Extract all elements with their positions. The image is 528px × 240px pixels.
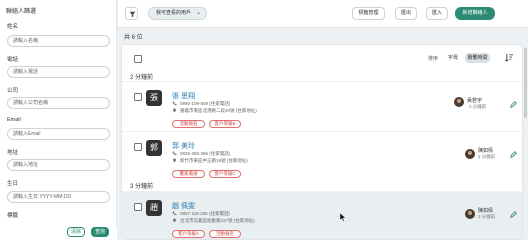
clear-button[interactable]: 清除 xyxy=(67,227,85,237)
contact-time: 2 分鐘前 xyxy=(469,104,487,109)
location-pin-icon xyxy=(173,108,176,113)
owner-avatar xyxy=(454,97,464,107)
contact-filter-sidebar: 聯絡人篩選 姓名 電話 公司 Email 地址 生日 標籤 清除 查詢 xyxy=(0,0,117,240)
address-input[interactable] xyxy=(7,159,110,171)
contact-avatar: 趙 xyxy=(146,200,162,216)
filter-toggle-button[interactable] xyxy=(125,7,138,20)
search-button[interactable]: 查詢 xyxy=(91,227,109,237)
contact-avatar: 郭 xyxy=(146,140,162,156)
sidebar-title: 聯絡人篩選 xyxy=(6,9,37,15)
phone-input[interactable] xyxy=(7,66,110,78)
contact-phone-text: 0957-118-338 (住家電話) xyxy=(180,211,230,216)
list-item[interactable]: 郭 郭 美玲 0925-386-386 (住家電話) 新竹市東區中正路18號 (… xyxy=(122,131,522,181)
tag-badge[interactable]: 活動報名 xyxy=(172,120,205,128)
address-label: 地址 xyxy=(7,150,19,156)
owner-filter-select[interactable]: 我可查看的用戶 ⌄ xyxy=(148,7,207,20)
email-label: Email xyxy=(7,117,21,123)
contact-address: 台北市信義區松勤路237號 (住家地址) xyxy=(172,218,255,224)
owner-name: 黃若宇 xyxy=(467,98,483,104)
tag-badge[interactable]: 客戶等級A xyxy=(172,230,205,238)
list-scrollbar[interactable] xyxy=(523,44,527,240)
sort-direction-icon[interactable] xyxy=(505,53,514,62)
contact-address-text: 新竹市東區中正路18號 (住家地址) xyxy=(180,158,248,163)
import-button[interactable]: 匯入 xyxy=(426,7,448,20)
contact-name[interactable]: 張 思翔 xyxy=(172,91,195,101)
location-pin-icon xyxy=(173,158,176,163)
owner-filter-value: 我可查看的用戶 xyxy=(156,10,192,16)
scroll-thumb[interactable] xyxy=(524,48,527,118)
owner-avatar xyxy=(465,209,475,219)
phone-icon xyxy=(172,151,177,156)
owner-name: 陳如倩 xyxy=(478,148,494,154)
location-pin-icon xyxy=(173,218,176,223)
email-input[interactable] xyxy=(7,128,110,140)
contact-phone: 0990-109-809 (住家電話) xyxy=(172,101,230,107)
contact-address-text: 嘉義市東區北港路二段20號 (住家地址) xyxy=(180,108,257,113)
list-item[interactable]: 張 張 思翔 0990-109-809 (住家電話) 嘉義市東區北港路二段20號… xyxy=(122,81,522,131)
contact-phone: 0925-386-386 (住家電話) xyxy=(172,151,230,157)
phone-icon xyxy=(172,101,177,106)
list-item[interactable]: 趙 趙 佩雯 0957-118-338 (住家電話) 台北市信義區松勤路237號… xyxy=(122,191,522,239)
tag-badge[interactable]: 客戶等級C xyxy=(209,170,241,178)
contact-phone-text: 0925-386-386 (住家電話) xyxy=(180,151,231,156)
owner-name: 陳如倩 xyxy=(478,208,494,214)
sort-label: 排序 xyxy=(428,56,439,62)
contact-name[interactable]: 趙 佩雯 xyxy=(172,201,195,211)
company-label: 公司 xyxy=(7,88,19,94)
sort-alpha-option[interactable]: 字母 xyxy=(444,53,462,63)
company-input[interactable] xyxy=(7,97,110,109)
name-input[interactable] xyxy=(7,35,110,47)
name-label: 姓名 xyxy=(7,24,19,30)
contact-avatar: 張 xyxy=(146,90,162,106)
row-checkbox[interactable] xyxy=(134,203,142,211)
filter-icon xyxy=(129,11,136,18)
chevron-down-icon: ⌄ xyxy=(195,10,201,16)
add-contact-button[interactable]: 新增聯絡人 xyxy=(455,7,495,20)
mouse-cursor-icon xyxy=(340,213,346,222)
contact-time: 3 分鐘前 xyxy=(478,214,496,219)
tags-label: 標籤 xyxy=(7,213,19,219)
contact-address-text: 台北市信義區松勤路237號 (住家地址) xyxy=(180,218,255,223)
row-checkbox[interactable] xyxy=(134,93,142,101)
toolbar: 我可查看的用戶 ⌄ 標籤管理 匯出 匯入 新增聯絡人 xyxy=(118,0,528,28)
contact-address: 嘉義市東區北港路二段20號 (住家地址) xyxy=(172,108,257,114)
contact-address: 新竹市東區中正路18號 (住家地址) xyxy=(172,158,248,164)
contact-phone-text: 0990-109-809 (住家電話) xyxy=(180,101,231,106)
sort-time-option[interactable]: 聯繫時間 xyxy=(465,53,490,63)
phone-label: 電話 xyxy=(7,57,19,63)
contact-count: 共 6 位 xyxy=(124,35,143,41)
owner-avatar xyxy=(465,149,475,159)
birthday-label: 生日 xyxy=(7,181,19,187)
contact-name[interactable]: 郭 美玲 xyxy=(172,141,195,151)
phone-icon xyxy=(172,211,177,216)
edit-icon[interactable] xyxy=(510,151,517,158)
tag-badge[interactable]: 客戶等級B xyxy=(209,120,241,128)
tag-badge[interactable]: 畫家邀請 xyxy=(172,170,205,178)
group-label: 3 分鐘前 xyxy=(130,184,154,190)
contact-phone: 0957-118-338 (住家電話) xyxy=(172,211,230,217)
edit-icon[interactable] xyxy=(510,101,517,108)
export-button[interactable]: 匯出 xyxy=(395,7,417,20)
select-all-checkbox[interactable] xyxy=(134,55,142,63)
contact-list: 排序 字母 聯繫時間 2 分鐘前 張 張 思翔 0990-109-809 (住家… xyxy=(121,44,523,240)
contact-time: 2 分鐘前 xyxy=(478,154,496,159)
tag-badge[interactable]: 活動報名 xyxy=(209,230,241,238)
tag-manage-button[interactable]: 標籤管理 xyxy=(352,7,385,20)
row-checkbox[interactable] xyxy=(134,143,142,151)
group-label: 2 分鐘前 xyxy=(130,75,154,81)
edit-icon[interactable] xyxy=(510,211,517,218)
birthday-input[interactable] xyxy=(7,191,110,203)
